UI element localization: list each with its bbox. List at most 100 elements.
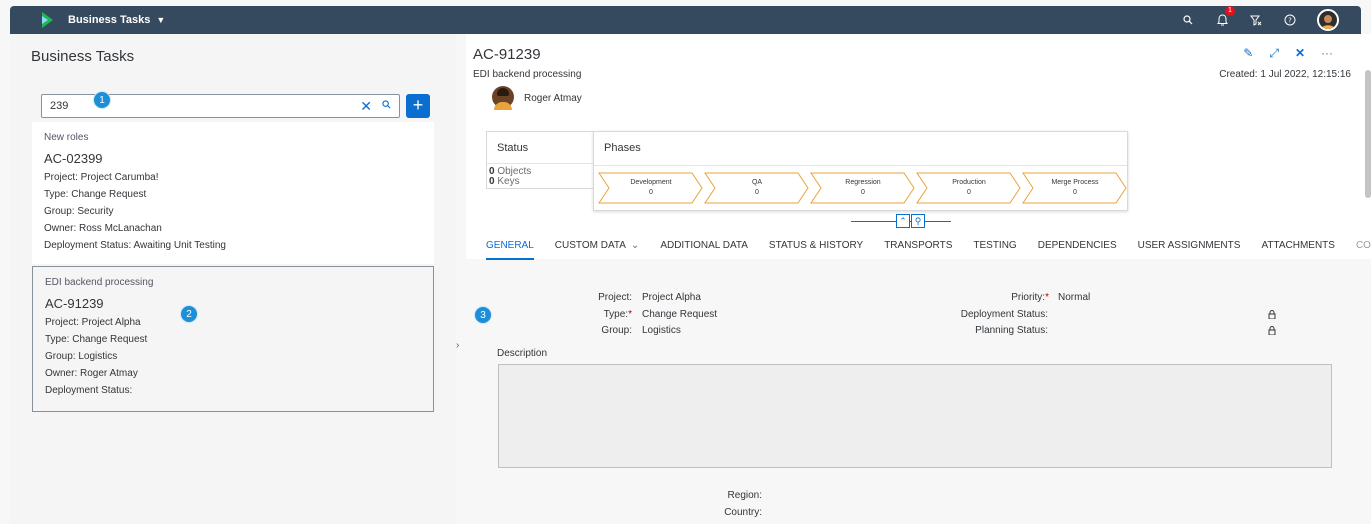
tab-testing[interactable]: TESTING bbox=[973, 234, 1016, 260]
keys-count: 0 bbox=[489, 176, 495, 187]
phase-count: 0 bbox=[1073, 189, 1077, 196]
phase-count: 0 bbox=[967, 189, 971, 196]
user-avatar[interactable] bbox=[1317, 9, 1339, 31]
deployment-status-label: Deployment Status: bbox=[960, 309, 1048, 320]
tab-user-assignments[interactable]: USER ASSIGNMENTS bbox=[1138, 234, 1241, 260]
phase-count: 0 bbox=[861, 189, 865, 196]
list-item-project: Project: Project Alpha bbox=[45, 317, 141, 328]
region-label: Region: bbox=[727, 490, 762, 501]
phase-name: QA bbox=[751, 179, 763, 186]
list-panel: Business Tasks 239 ✕ + 1 New roles AC-02… bbox=[10, 34, 456, 524]
list-item-type: Type: Change Request bbox=[44, 189, 147, 200]
clear-icon[interactable]: ✕ bbox=[360, 98, 372, 115]
tab-status-history[interactable]: STATUS & HISTORY bbox=[769, 234, 863, 260]
search-icon[interactable] bbox=[382, 100, 391, 112]
notification-badge: 1 bbox=[1225, 6, 1235, 16]
header-collapse-bar: ⌃ ⚲ bbox=[851, 214, 951, 228]
list-item[interactable]: New roles AC-02399 Project: Project Caru… bbox=[32, 122, 434, 264]
priority-label: Priority: bbox=[1011, 292, 1046, 303]
add-task-button[interactable]: + bbox=[406, 94, 430, 118]
country-label: Country: bbox=[724, 507, 762, 518]
required-mark: * bbox=[1045, 292, 1049, 303]
planning-status-label: Planning Status: bbox=[975, 325, 1048, 336]
list-item-subtitle: EDI backend processing bbox=[45, 277, 154, 288]
phases-card: Phases Development 0 QA 0 Regression 0 P… bbox=[593, 131, 1128, 211]
detail-panel: AC-91239 EDI backend processing ✎ ⤢ ✕ ··… bbox=[466, 34, 1371, 524]
created-timestamp: Created: 1 Jul 2022, 12:15:16 bbox=[1219, 69, 1351, 80]
tab-bar: GENERAL CUSTOM DATA ⌄ ADDITIONAL DATA ST… bbox=[466, 234, 1371, 260]
phase-name: Development bbox=[630, 179, 672, 186]
collapse-header-icon[interactable]: ⌃ bbox=[896, 214, 910, 228]
app-title-menu[interactable]: Business Tasks ▼ bbox=[68, 14, 165, 26]
edit-icon[interactable]: ✎ bbox=[1243, 46, 1253, 61]
tab-general[interactable]: GENERAL bbox=[486, 234, 534, 260]
annotation-marker-1: 1 bbox=[93, 91, 111, 109]
object-subtitle: EDI backend processing bbox=[473, 69, 582, 80]
phase-count: 0 bbox=[649, 189, 653, 196]
general-form: 3 Project: Project Alpha Type:* Change R… bbox=[466, 260, 1361, 524]
description-label: Description bbox=[497, 348, 548, 359]
tab-custom-data[interactable]: CUSTOM DATA ⌄ bbox=[555, 234, 640, 260]
phase-production[interactable]: Production 0 bbox=[916, 172, 1022, 204]
required-mark: * bbox=[628, 309, 632, 320]
group-label: Group: bbox=[601, 325, 632, 336]
close-icon[interactable]: ✕ bbox=[1295, 46, 1305, 61]
list-title: Business Tasks bbox=[31, 48, 135, 65]
list-item-id: AC-02399 bbox=[44, 151, 103, 166]
phase-qa[interactable]: QA 0 bbox=[704, 172, 810, 204]
object-title: AC-91239 bbox=[473, 46, 541, 63]
phases-heading: Phases bbox=[594, 132, 1127, 166]
tab-comments-truncated[interactable]: COMM bbox=[1356, 234, 1371, 260]
panel-expand-icon[interactable]: › bbox=[456, 340, 464, 351]
app-title: Business Tasks bbox=[68, 14, 151, 26]
lock-icon bbox=[1268, 326, 1276, 335]
list-item-owner: Owner: Roger Atmay bbox=[45, 368, 138, 379]
list-item-deployment: Deployment Status: Awaiting Unit Testing bbox=[44, 240, 226, 251]
tab-dependencies[interactable]: DEPENDENCIES bbox=[1038, 234, 1117, 260]
group-value[interactable]: Logistics bbox=[642, 325, 681, 336]
fullscreen-icon[interactable]: ⤢ bbox=[1269, 46, 1279, 61]
phase-development[interactable]: Development 0 bbox=[598, 172, 704, 204]
app-logo-icon[interactable] bbox=[42, 12, 56, 28]
phase-name: Production bbox=[952, 179, 986, 186]
status-card: Status 0 Objects 0 Keys bbox=[486, 131, 594, 189]
search-icon[interactable] bbox=[1181, 13, 1195, 27]
tab-attachments[interactable]: ATTACHMENTS bbox=[1261, 234, 1335, 260]
phase-name: Merge Process bbox=[1051, 179, 1099, 186]
phase-merge-process[interactable]: Merge Process 0 bbox=[1022, 172, 1128, 204]
list-item-owner: Owner: Ross McLanachan bbox=[44, 223, 162, 234]
tab-additional-data[interactable]: ADDITIONAL DATA bbox=[660, 234, 748, 260]
list-item-group: Group: Security bbox=[44, 206, 114, 217]
chevron-down-icon: ⌄ bbox=[628, 240, 640, 251]
list-item-subtitle: New roles bbox=[44, 132, 89, 143]
phase-regression[interactable]: Regression 0 bbox=[810, 172, 916, 204]
list-item-type: Type: Change Request bbox=[45, 334, 148, 345]
type-label: Type: bbox=[603, 309, 629, 320]
list-item-group: Group: Logistics bbox=[45, 351, 118, 362]
owner-name: Roger Atmay bbox=[524, 93, 582, 104]
project-value[interactable]: Project Alpha bbox=[642, 292, 701, 303]
annotation-marker-2: 2 bbox=[180, 305, 198, 323]
tab-transports[interactable]: TRANSPORTS bbox=[884, 234, 952, 260]
description-textarea[interactable] bbox=[498, 364, 1332, 468]
keys-label: Keys bbox=[497, 176, 520, 187]
notifications-bell-icon[interactable]: 1 bbox=[1215, 6, 1235, 27]
project-label: Project: bbox=[598, 292, 632, 303]
list-item-project: Project: Project Carumba! bbox=[44, 172, 159, 183]
scrollbar[interactable] bbox=[1365, 70, 1371, 198]
list-item-deployment: Deployment Status: bbox=[45, 385, 133, 396]
pin-header-icon[interactable]: ⚲ bbox=[911, 214, 925, 228]
svg-text:?: ? bbox=[1288, 17, 1292, 25]
tab-label: CUSTOM DATA bbox=[554, 240, 626, 251]
filter-icon[interactable] bbox=[1249, 13, 1263, 27]
caret-down-icon: ▼ bbox=[156, 15, 166, 25]
lock-icon bbox=[1268, 310, 1276, 319]
help-icon[interactable]: ? bbox=[1283, 13, 1297, 27]
list-item-selected[interactable]: EDI backend processing AC-91239 Project:… bbox=[32, 266, 434, 412]
type-value[interactable]: Change Request bbox=[642, 309, 717, 320]
status-heading: Status bbox=[487, 132, 593, 164]
priority-value[interactable]: Normal bbox=[1058, 292, 1090, 303]
object-header: AC-91239 EDI backend processing ✎ ⤢ ✕ ··… bbox=[466, 34, 1371, 260]
phase-name: Regression bbox=[845, 179, 881, 186]
more-icon[interactable]: ··· bbox=[1321, 46, 1333, 61]
